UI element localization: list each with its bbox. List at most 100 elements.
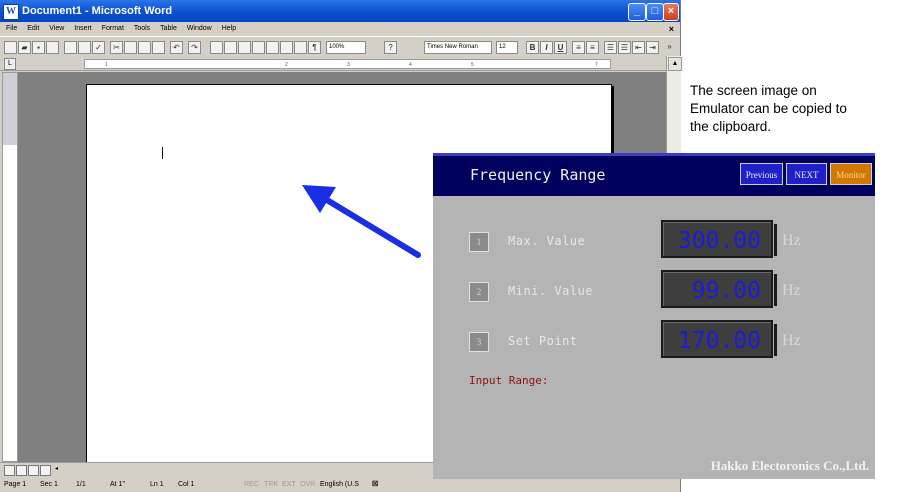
mini-value-label: Mini. Value: [508, 284, 593, 298]
cut-icon[interactable]: ✂: [110, 41, 123, 54]
print-icon[interactable]: [64, 41, 77, 54]
paste-icon[interactable]: [138, 41, 151, 54]
status-rec[interactable]: REC: [244, 478, 259, 492]
ruler-tick: 2: [285, 62, 288, 68]
mini-value-display[interactable]: 99.00: [661, 270, 777, 308]
menu-help[interactable]: Help: [222, 25, 236, 32]
scroll-left-icon[interactable]: ◂: [52, 465, 61, 474]
italic-icon[interactable]: I: [540, 41, 553, 54]
print-preview-icon[interactable]: [78, 41, 91, 54]
text-cursor: [162, 147, 163, 159]
underline-icon[interactable]: U: [554, 41, 567, 54]
unit-label: Hz: [782, 282, 801, 299]
undo-icon[interactable]: ↶: [170, 41, 183, 54]
close-icon[interactable]: ×: [663, 3, 679, 21]
menu-format[interactable]: Format: [102, 25, 124, 32]
drawing-icon[interactable]: [280, 41, 293, 54]
tab-selector-icon[interactable]: L: [4, 58, 16, 70]
annotation-line: The screen image on: [690, 83, 817, 98]
menu-bar: File Edit View Insert Format Tools Table…: [0, 22, 680, 36]
company-name: Hakko Electoronics Co.,Ltd.: [710, 458, 869, 473]
hyperlink-icon[interactable]: [210, 41, 223, 54]
document-map-icon[interactable]: [294, 41, 307, 54]
help-icon[interactable]: ?: [384, 41, 397, 54]
annotation-line: the clipboard.: [690, 119, 772, 134]
ruler-tick: 1: [105, 62, 108, 68]
ruler-tick: 5: [471, 62, 474, 68]
menu-tools[interactable]: Tools: [134, 25, 150, 32]
horizontal-ruler[interactable]: L 1 2 3 4 5 7: [0, 56, 680, 71]
redo-icon[interactable]: ↷: [188, 41, 201, 54]
next-button[interactable]: NEXT: [786, 163, 827, 185]
status-ovr[interactable]: OVR: [300, 478, 315, 492]
scroll-up-icon[interactable]: ▲: [668, 57, 682, 71]
word-app-icon: W: [3, 4, 19, 20]
print-layout-icon[interactable]: [28, 465, 39, 476]
menu-table[interactable]: Table: [160, 25, 177, 32]
menu-window[interactable]: Window: [187, 25, 212, 32]
status-bar: Page 1 Sec 1 1/1 At 1" Ln 1 Col 1 REC TR…: [0, 478, 680, 492]
window-title: Document1 - Microsoft Word: [22, 5, 173, 17]
input-range-label: Input Range:: [469, 374, 549, 387]
show-hide-icon[interactable]: ¶: [308, 41, 321, 54]
maximize-icon[interactable]: □: [646, 3, 664, 21]
numbering-icon[interactable]: ☰: [604, 41, 617, 54]
status-pages: 1/1: [76, 481, 86, 488]
ruler-tick: 7: [595, 62, 598, 68]
set-point-label: Set Point: [508, 334, 578, 348]
increase-indent-icon[interactable]: ⇥: [646, 41, 659, 54]
previous-button[interactable]: Previous: [740, 163, 783, 185]
monitor-button[interactable]: Monitor: [830, 163, 872, 185]
spelling-status-icon[interactable]: ☒: [372, 478, 378, 492]
insert-table-icon[interactable]: [238, 41, 251, 54]
save-icon[interactable]: ▪: [32, 41, 45, 54]
status-ext[interactable]: EXT: [282, 478, 296, 492]
screen-title: Frequency Range: [470, 166, 606, 184]
toolbar-options-icon[interactable]: »: [664, 41, 675, 52]
toolbar: ▰ ▪ ✓ ✂ ↶ ↷ ¶ 100% ? Times New Roman 12 …: [0, 36, 680, 58]
title-bar[interactable]: W Document1 - Microsoft Word _ □ ×: [0, 0, 680, 22]
set-point-display[interactable]: 170.00: [661, 320, 777, 358]
excel-icon[interactable]: [252, 41, 265, 54]
align-center-icon[interactable]: ≡: [586, 41, 599, 54]
columns-icon[interactable]: [266, 41, 279, 54]
vertical-ruler: [2, 72, 18, 462]
outline-view-icon[interactable]: [40, 465, 51, 476]
new-document-icon[interactable]: [4, 41, 17, 54]
format-painter-icon[interactable]: [152, 41, 165, 54]
permission-icon[interactable]: [46, 41, 59, 54]
menu-view[interactable]: View: [49, 25, 64, 32]
menu-edit[interactable]: Edit: [27, 25, 39, 32]
unit-label: Hz: [782, 232, 801, 249]
menu-insert[interactable]: Insert: [74, 25, 92, 32]
zoom-select[interactable]: 100%: [326, 41, 366, 54]
minimize-icon[interactable]: _: [628, 3, 646, 21]
status-section: Sec 1: [40, 481, 58, 488]
spelling-icon[interactable]: ✓: [92, 41, 105, 54]
decrease-indent-icon[interactable]: ⇤: [632, 41, 645, 54]
status-trk[interactable]: TRK: [264, 478, 278, 492]
status-line: Ln 1: [150, 481, 164, 488]
document-close-icon[interactable]: ×: [669, 22, 674, 36]
open-folder-icon[interactable]: ▰: [18, 41, 31, 54]
row-number-badge: 2: [469, 282, 489, 302]
align-left-icon[interactable]: ≡: [572, 41, 585, 54]
tables-borders-icon[interactable]: [224, 41, 237, 54]
web-view-icon[interactable]: [16, 465, 27, 476]
ruler-tick: 4: [409, 62, 412, 68]
bullets-icon[interactable]: ☰: [618, 41, 631, 54]
row-number-badge: 1: [469, 232, 489, 252]
unit-label: Hz: [782, 332, 801, 349]
max-value-display[interactable]: 300.00: [661, 220, 777, 258]
menu-file[interactable]: File: [6, 25, 17, 32]
emulator-screen: Frequency Range Previous NEXT Monitor 1 …: [433, 153, 875, 479]
copy-icon[interactable]: [124, 41, 137, 54]
max-value-label: Max. Value: [508, 234, 586, 248]
emulator-header: Frequency Range Previous NEXT Monitor: [433, 153, 875, 196]
status-language: English (U.S: [320, 481, 359, 488]
status-at: At 1": [110, 481, 125, 488]
font-size-select[interactable]: 12: [496, 41, 518, 54]
normal-view-icon[interactable]: [4, 465, 15, 476]
font-select[interactable]: Times New Roman: [424, 41, 492, 54]
bold-icon[interactable]: B: [526, 41, 539, 54]
